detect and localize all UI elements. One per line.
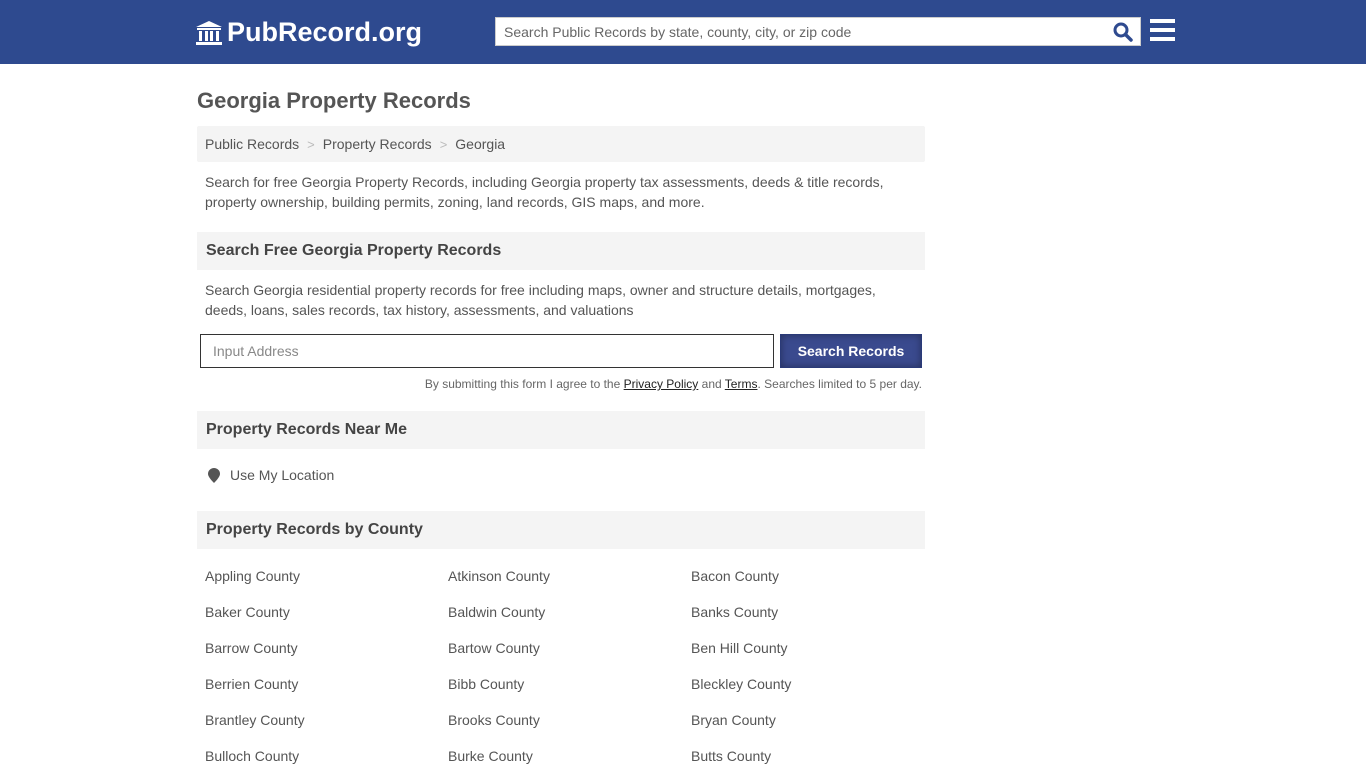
global-search	[495, 17, 1141, 46]
search-section-description: Search Georgia residential property reco…	[205, 282, 876, 318]
breadcrumb-public-records[interactable]: Public Records	[205, 136, 299, 152]
county-link[interactable]: Bartow County	[448, 639, 691, 657]
county-link[interactable]: Bulloch County	[205, 747, 448, 765]
search-button[interactable]	[1106, 18, 1140, 45]
page-title: Georgia Property Records	[197, 88, 471, 113]
privacy-policy-link[interactable]: Privacy Policy	[624, 377, 699, 391]
courthouse-icon	[196, 20, 222, 45]
county-list: Appling County Atkinson County Bacon Count…	[197, 567, 925, 765]
terms-link[interactable]: Terms	[725, 377, 758, 391]
breadcrumb-property-records[interactable]: Property Records	[323, 136, 432, 152]
county-link[interactable]: Banks County	[691, 603, 933, 621]
by-county-heading: Property Records by County	[197, 511, 925, 549]
terms-text: . Searches limited to 5 per day.	[757, 377, 922, 391]
county-link[interactable]: Baldwin County	[448, 603, 691, 621]
top-navbar: PubRecord.org	[0, 0, 1366, 64]
county-link[interactable]: Bibb County	[448, 675, 691, 693]
breadcrumb-separator: >	[439, 136, 448, 152]
near-me-heading: Property Records Near Me	[197, 411, 925, 449]
logo-text: PubRecord.org	[227, 17, 423, 47]
county-link[interactable]: Appling County	[205, 567, 448, 585]
county-link[interactable]: Baker County	[205, 603, 448, 621]
map-pin-icon	[208, 467, 220, 483]
county-link[interactable]: Barrow County	[205, 639, 448, 657]
terms-notice: By submitting this form I agree to the P…	[197, 377, 925, 391]
search-section-heading: Search Free Georgia Property Records	[197, 232, 925, 270]
breadcrumb: Public Records > Property Records > Geor…	[197, 126, 925, 162]
use-my-location-link[interactable]: Use My Location	[197, 467, 925, 483]
county-link[interactable]: Butts County	[691, 747, 933, 765]
county-link[interactable]: Bacon County	[691, 567, 933, 585]
terms-text: By submitting this form I agree to the	[424, 377, 624, 391]
county-link[interactable]: Burke County	[448, 747, 691, 765]
breadcrumb-georgia[interactable]: Georgia	[455, 136, 505, 152]
county-link[interactable]: Ben Hill County	[691, 639, 933, 657]
main-content: Georgia Property Records Public Records …	[197, 64, 925, 765]
site-logo[interactable]: PubRecord.org	[195, 17, 422, 48]
county-link[interactable]: Bryan County	[691, 711, 933, 729]
county-link[interactable]: Brantley County	[205, 711, 448, 729]
use-my-location-label: Use My Location	[230, 467, 335, 483]
terms-text: and	[698, 377, 725, 391]
county-link[interactable]: Berrien County	[205, 675, 448, 693]
county-link[interactable]: Brooks County	[448, 711, 691, 729]
county-link[interactable]: Bleckley County	[691, 675, 933, 693]
global-search-input[interactable]	[496, 18, 1106, 45]
search-records-button[interactable]: Search Records	[780, 334, 922, 368]
page-description: Search for free Georgia Property Records…	[205, 174, 884, 210]
address-input[interactable]	[200, 334, 774, 368]
breadcrumb-separator: >	[307, 136, 315, 152]
address-search-form: Search Records	[197, 334, 925, 368]
search-icon	[1113, 22, 1133, 42]
county-link[interactable]: Atkinson County	[448, 567, 691, 585]
hamburger-menu-icon[interactable]	[1150, 19, 1175, 43]
